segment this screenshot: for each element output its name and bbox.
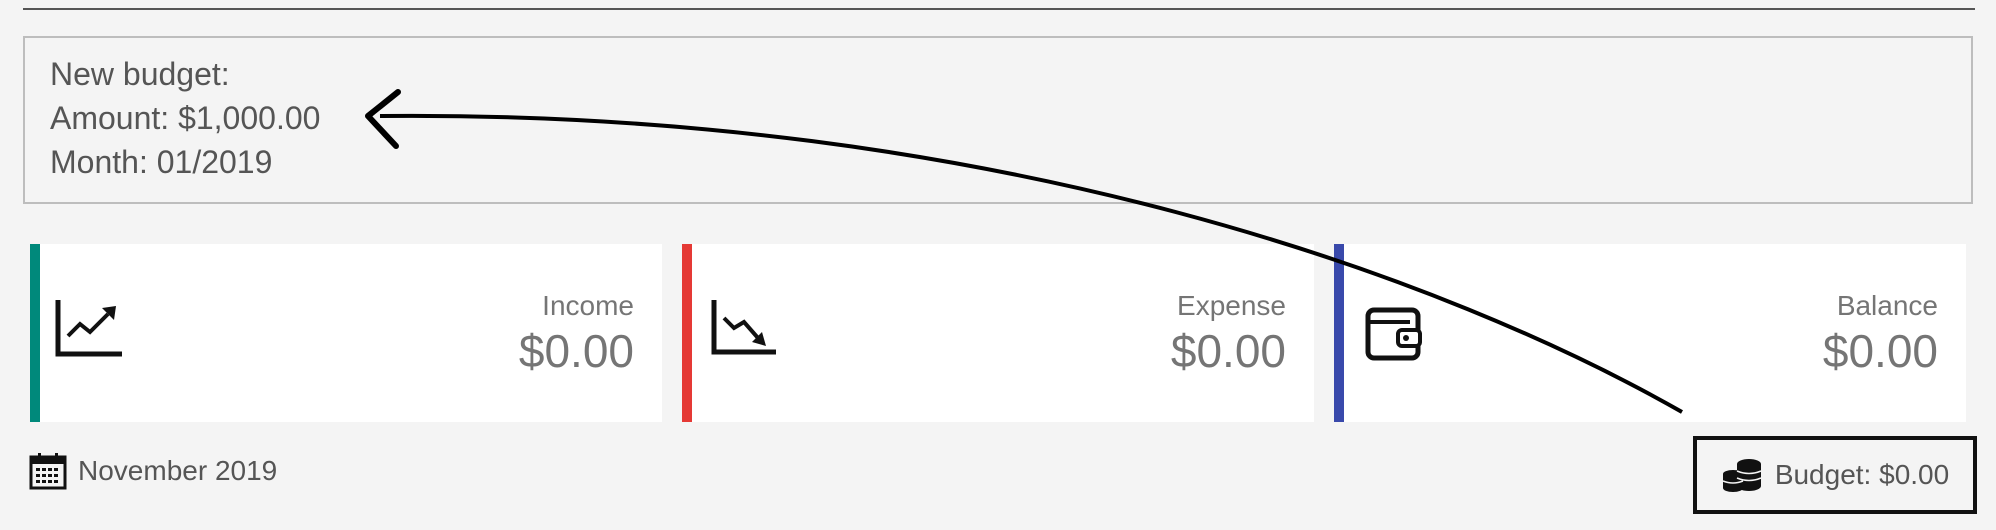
divider (23, 8, 1975, 10)
balance-accent-bar (1334, 244, 1344, 422)
income-value: $0.00 (518, 325, 634, 377)
income-card: Income $0.00 (30, 244, 662, 422)
command-result-box: New budget: Amount: $1,000.00 Month: 01/… (23, 36, 1973, 204)
income-accent-bar (30, 244, 40, 422)
expense-card: Expense $0.00 (682, 244, 1314, 422)
budget-label: Budget: $0.00 (1774, 459, 1950, 490)
trending-down-chart-icon (711, 300, 776, 355)
trending-up-chart-icon (55, 300, 122, 357)
finance-panel: New budget: Amount: $1,000.00 Month: 01/… (0, 0, 1996, 530)
current-month: November 2019 (28, 450, 277, 492)
wallet-icon (1365, 307, 1422, 361)
result-month: Month: 01/2019 (50, 144, 273, 180)
balance-value: $0.00 (1822, 325, 1938, 377)
result-heading: New budget: (50, 56, 230, 92)
budget-status: Budget: $0.00 (1693, 436, 1977, 514)
income-label: Income (542, 290, 634, 321)
balance-card: Balance $0.00 (1334, 244, 1966, 422)
expense-label: Expense (1177, 290, 1286, 321)
calendar-icon (29, 453, 67, 490)
expense-value: $0.00 (1170, 325, 1286, 377)
balance-label: Balance (1836, 290, 1938, 321)
expense-accent-bar (682, 244, 692, 422)
current-month-label: November 2019 (78, 455, 278, 486)
result-amount: Amount: $1,000.00 (50, 100, 321, 136)
coins-icon (1722, 459, 1762, 492)
